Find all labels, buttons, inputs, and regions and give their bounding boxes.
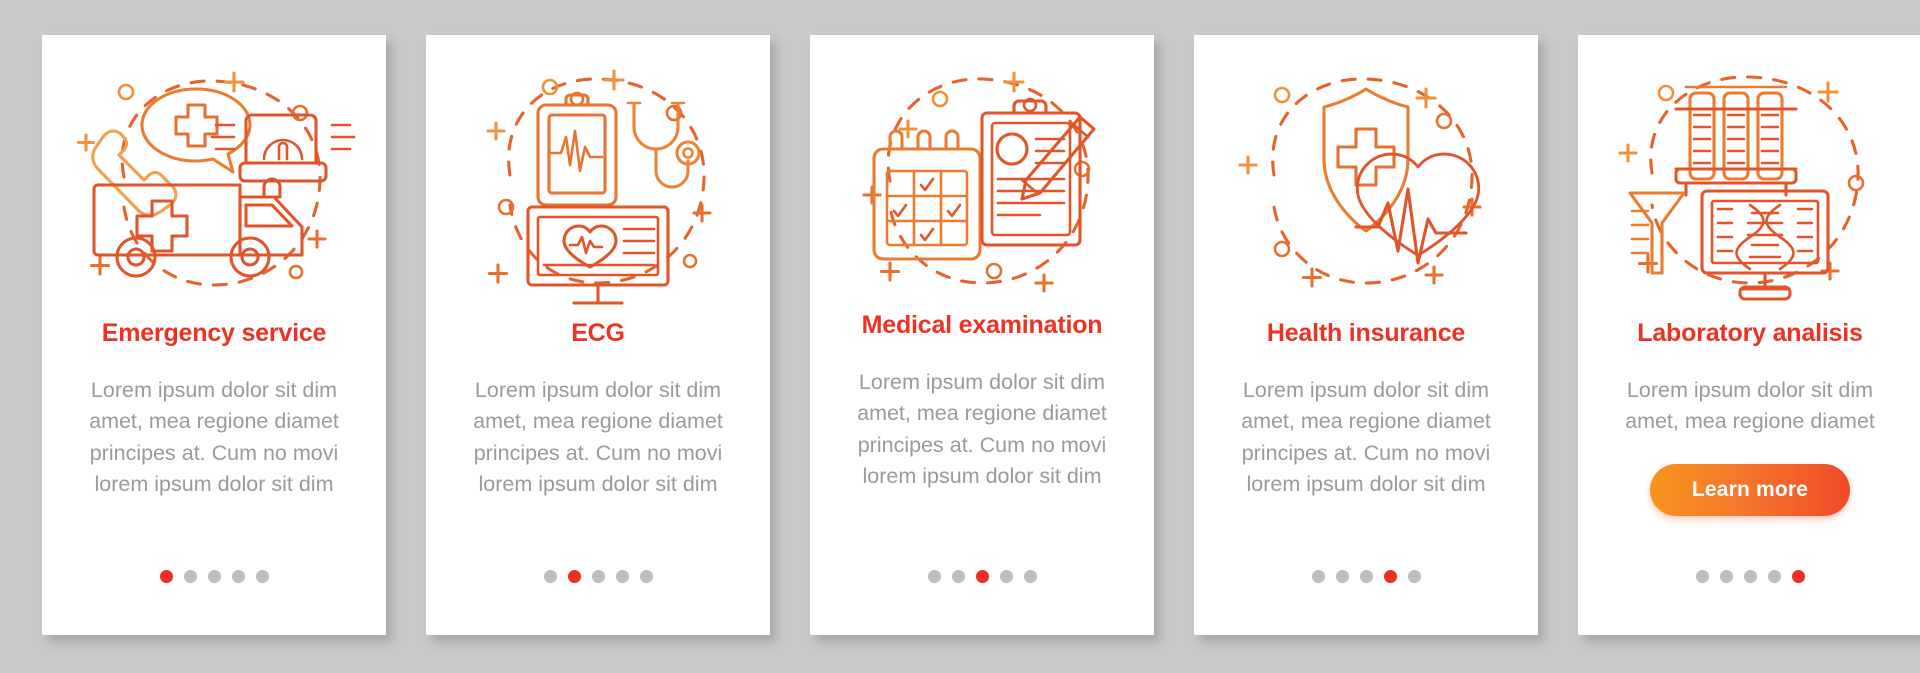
- pagination-dot[interactable]: [1383, 570, 1397, 583]
- pagination-dot[interactable]: [591, 570, 605, 583]
- onboarding-screens-canvas: Emergency service Lorem ipsum dolor sit …: [0, 0, 1920, 673]
- pagination-dot[interactable]: [1719, 570, 1733, 583]
- pagination-dot[interactable]: [1743, 570, 1757, 583]
- test-tubes-dna-screen-flask-icon: [1600, 57, 1900, 307]
- card-body-text: Lorem ipsum dolor sit dim amet, mea regi…: [473, 377, 723, 497]
- pagination-dot[interactable]: [231, 570, 245, 583]
- pagination-dot[interactable]: [1311, 570, 1325, 583]
- onboarding-card-health-insurance[interactable]: Health insurance Lorem ipsum dolor sit d…: [1194, 35, 1538, 635]
- pagination-dot[interactable]: [999, 570, 1013, 583]
- pagination-dots[interactable]: [42, 570, 386, 583]
- onboarding-card-medical-examination[interactable]: Medical examination Lorem ipsum dolor si…: [810, 35, 1154, 635]
- pagination-dot[interactable]: [1023, 570, 1037, 583]
- pagination-dot[interactable]: [1335, 570, 1349, 583]
- pagination-dot[interactable]: [207, 570, 221, 583]
- pagination-dot[interactable]: [159, 570, 173, 583]
- pagination-dot[interactable]: [639, 570, 653, 583]
- pagination-dot[interactable]: [567, 570, 581, 583]
- card-body-text: Lorem ipsum dolor sit dim amet, mea regi…: [857, 369, 1107, 489]
- pagination-dots[interactable]: [1194, 570, 1538, 583]
- card-body-text: Lorem ipsum dolor sit dim amet, mea regi…: [1625, 377, 1875, 434]
- shield-cross-heartbeat-icon: [1216, 57, 1516, 307]
- pagination-dots[interactable]: [426, 570, 770, 583]
- onboarding-card-ecg[interactable]: ECG Lorem ipsum dolor sit dim amet, mea …: [426, 35, 770, 635]
- pagination-dot[interactable]: [255, 570, 269, 583]
- ecg-monitor-clipboard-stethoscope-icon: [448, 57, 748, 307]
- calendar-clipboard-pen-icon: [832, 57, 1132, 307]
- pagination-dot[interactable]: [1791, 570, 1805, 583]
- pagination-dot[interactable]: [927, 570, 941, 583]
- pagination-dot[interactable]: [615, 570, 629, 583]
- pagination-dot[interactable]: [975, 570, 989, 583]
- card-title: Emergency service: [101, 319, 327, 347]
- card-body-text: Lorem ipsum dolor sit dim amet, mea regi…: [1241, 377, 1491, 497]
- pagination-dot[interactable]: [1359, 570, 1373, 583]
- pagination-dot[interactable]: [1767, 570, 1781, 583]
- learn-more-button[interactable]: Learn more: [1650, 463, 1850, 516]
- pagination-dot[interactable]: [951, 570, 965, 583]
- onboarding-card-laboratory-analisis[interactable]: Laboratory analisis Lorem ipsum dolor si…: [1578, 35, 1920, 635]
- card-body-text: Lorem ipsum dolor sit dim amet, mea regi…: [89, 377, 339, 497]
- card-title: ECG: [571, 319, 625, 347]
- card-title: Health insurance: [1266, 319, 1466, 347]
- pagination-dots[interactable]: [810, 570, 1154, 583]
- card-title: Medical examination: [861, 311, 1103, 339]
- pagination-dot[interactable]: [1695, 570, 1709, 583]
- cards-row: Emergency service Lorem ipsum dolor sit …: [42, 35, 1920, 635]
- pagination-dot[interactable]: [543, 570, 557, 583]
- card-title: Laboratory analisis: [1637, 319, 1863, 347]
- pagination-dots[interactable]: [1578, 570, 1920, 583]
- onboarding-card-emergency-service[interactable]: Emergency service Lorem ipsum dolor sit …: [42, 35, 386, 635]
- pagination-dot[interactable]: [1407, 570, 1421, 583]
- ambulance-emergency-call-icon: [64, 57, 364, 307]
- pagination-dot[interactable]: [183, 570, 197, 583]
